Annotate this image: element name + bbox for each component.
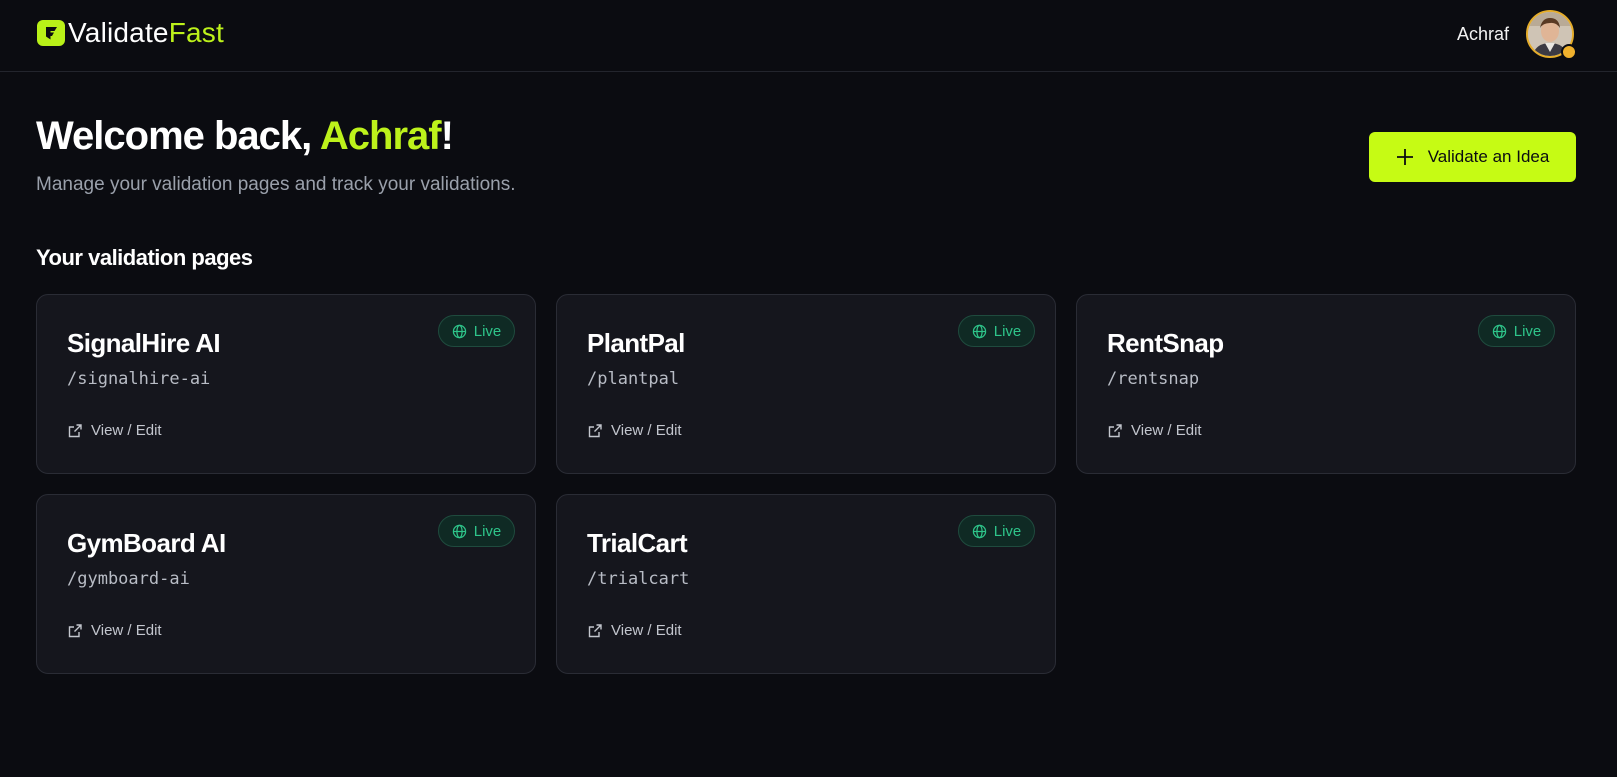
status-badge: Live	[958, 315, 1035, 347]
page-title: Welcome back, Achraf!	[36, 114, 454, 159]
view-edit-label: View / Edit	[91, 422, 162, 439]
status-label: Live	[1513, 322, 1542, 340]
card-slug: /rentsnap	[1107, 369, 1200, 389]
card-title: SignalHire AI	[67, 328, 221, 358]
external-link-icon	[588, 623, 602, 637]
page-title-username: Achraf	[319, 114, 442, 158]
external-link-icon	[588, 423, 602, 437]
view-edit-label: View / Edit	[1131, 422, 1202, 439]
logo-text: ValidateFast	[68, 19, 224, 47]
globe-icon	[972, 524, 986, 538]
view-edit-link[interactable]: View / Edit	[67, 622, 162, 639]
view-edit-label: View / Edit	[611, 422, 682, 439]
page-title-prefix: Welcome back,	[36, 114, 320, 158]
avatar-badge-icon	[1561, 44, 1577, 60]
status-badge: Live	[958, 515, 1035, 547]
page-title-suffix: !	[440, 114, 454, 158]
globe-icon	[452, 524, 466, 538]
status-badge: Live	[438, 315, 515, 347]
view-edit-link[interactable]: View / Edit	[1107, 422, 1202, 439]
validation-card: SignalHire AI /signalhire-ai Live View /…	[36, 294, 536, 474]
page-subtitle: Manage your validation pages and track y…	[36, 174, 516, 195]
status-label: Live	[993, 322, 1022, 340]
card-slug: /signalhire-ai	[67, 369, 211, 389]
external-link-icon	[1108, 423, 1122, 437]
card-slug: /plantpal	[587, 369, 680, 389]
logo[interactable]: ValidateFast	[37, 19, 224, 47]
logo-icon	[37, 20, 65, 46]
validate-idea-label: Validate an Idea	[1427, 147, 1550, 166]
view-edit-link[interactable]: View / Edit	[587, 422, 682, 439]
globe-icon	[1492, 324, 1506, 338]
external-link-icon	[68, 423, 82, 437]
validation-card: RentSnap /rentsnap Live View / Edit	[1076, 294, 1576, 474]
status-label: Live	[993, 522, 1022, 540]
card-title: GymBoard AI	[67, 528, 226, 558]
section-title: Your validation pages	[36, 245, 253, 270]
view-edit-link[interactable]: View / Edit	[67, 422, 162, 439]
card-slug: /gymboard-ai	[67, 569, 190, 589]
top-navbar: ValidateFast Achraf	[0, 0, 1617, 72]
user-name: Achraf	[1456, 23, 1509, 44]
logo-text-accent: Fast	[168, 17, 224, 48]
status-badge: Live	[438, 515, 515, 547]
view-edit-link[interactable]: View / Edit	[587, 622, 682, 639]
globe-icon	[972, 324, 986, 338]
logo-text-main: Validate	[68, 17, 169, 48]
view-edit-label: View / Edit	[611, 622, 682, 639]
validation-card: GymBoard AI /gymboard-ai Live View / Edi…	[36, 494, 536, 674]
external-link-icon	[68, 623, 82, 637]
globe-icon	[452, 324, 466, 338]
status-label: Live	[473, 522, 502, 540]
user-menu[interactable]: Achraf	[1456, 10, 1577, 60]
card-slug: /trialcart	[587, 569, 690, 589]
validation-card: TrialCart /trialcart Live View / Edit	[556, 494, 1056, 674]
status-badge: Live	[1478, 315, 1555, 347]
card-title: RentSnap	[1107, 328, 1224, 358]
validate-idea-button[interactable]: Validate an Idea	[1369, 132, 1576, 182]
card-title: TrialCart	[587, 528, 688, 558]
card-title: PlantPal	[587, 328, 685, 358]
plus-icon	[1396, 145, 1414, 169]
validation-card: PlantPal /plantpal Live View / Edit	[556, 294, 1056, 474]
status-label: Live	[473, 322, 502, 340]
view-edit-label: View / Edit	[91, 622, 162, 639]
